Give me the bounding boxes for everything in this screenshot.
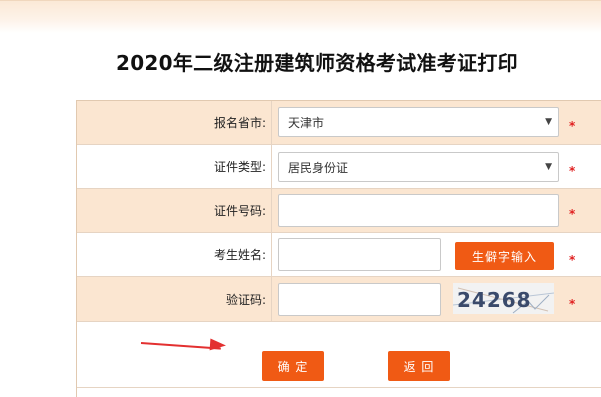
back-button[interactable]: 返 回 xyxy=(388,351,450,381)
chevron-down-icon: ▼ xyxy=(545,162,552,172)
confirm-button[interactable]: 确 定 xyxy=(262,351,324,381)
id-number-label: 证件号码: xyxy=(77,189,272,232)
arrow-head-icon xyxy=(209,338,227,352)
row-name: 考生姓名: 生僻字输入 * xyxy=(77,233,601,277)
required-marker: * xyxy=(569,297,576,311)
id-number-input[interactable] xyxy=(278,194,559,227)
rare-char-input-button[interactable]: 生僻字输入 xyxy=(455,242,554,270)
captcha-label: 验证码: xyxy=(77,277,272,321)
captcha-input[interactable] xyxy=(278,283,441,316)
id-type-selected-value: 居民身份证 xyxy=(288,160,349,175)
name-input[interactable] xyxy=(278,238,441,271)
province-label: 报名省市: xyxy=(77,101,272,144)
required-marker: * xyxy=(569,207,576,221)
row-province: 报名省市: 天津市 ▼ * xyxy=(77,101,601,145)
required-marker: * xyxy=(569,119,576,133)
captcha-image[interactable]: 24268 xyxy=(453,283,554,314)
row-actions: 确 定 返 回 xyxy=(77,322,601,388)
row-id-type: 证件类型: 居民身份证 ▼ * xyxy=(77,145,601,189)
id-type-select[interactable]: 居民身份证 ▼ xyxy=(278,152,559,182)
row-captcha: 验证码: 24268 * xyxy=(77,277,601,322)
province-select[interactable]: 天津市 ▼ xyxy=(278,107,559,137)
header-band xyxy=(0,0,601,33)
province-selected-value: 天津市 xyxy=(288,115,325,130)
name-label: 考生姓名: xyxy=(77,233,272,276)
page-title: 2020年二级注册建筑师资格考试准考证打印 xyxy=(116,51,518,75)
captcha-text: 24268 xyxy=(457,288,532,312)
chevron-down-icon: ▼ xyxy=(545,117,552,127)
required-marker: * xyxy=(569,253,576,267)
admission-ticket-form: 报名省市: 天津市 ▼ * 证件类型: 居民身份证 ▼ * 证件号码: * 考生… xyxy=(76,100,601,397)
required-marker: * xyxy=(569,164,576,178)
id-type-label: 证件类型: xyxy=(77,145,272,188)
captcha-noise: 24268 xyxy=(453,287,554,314)
row-id-number: 证件号码: * xyxy=(77,189,601,233)
